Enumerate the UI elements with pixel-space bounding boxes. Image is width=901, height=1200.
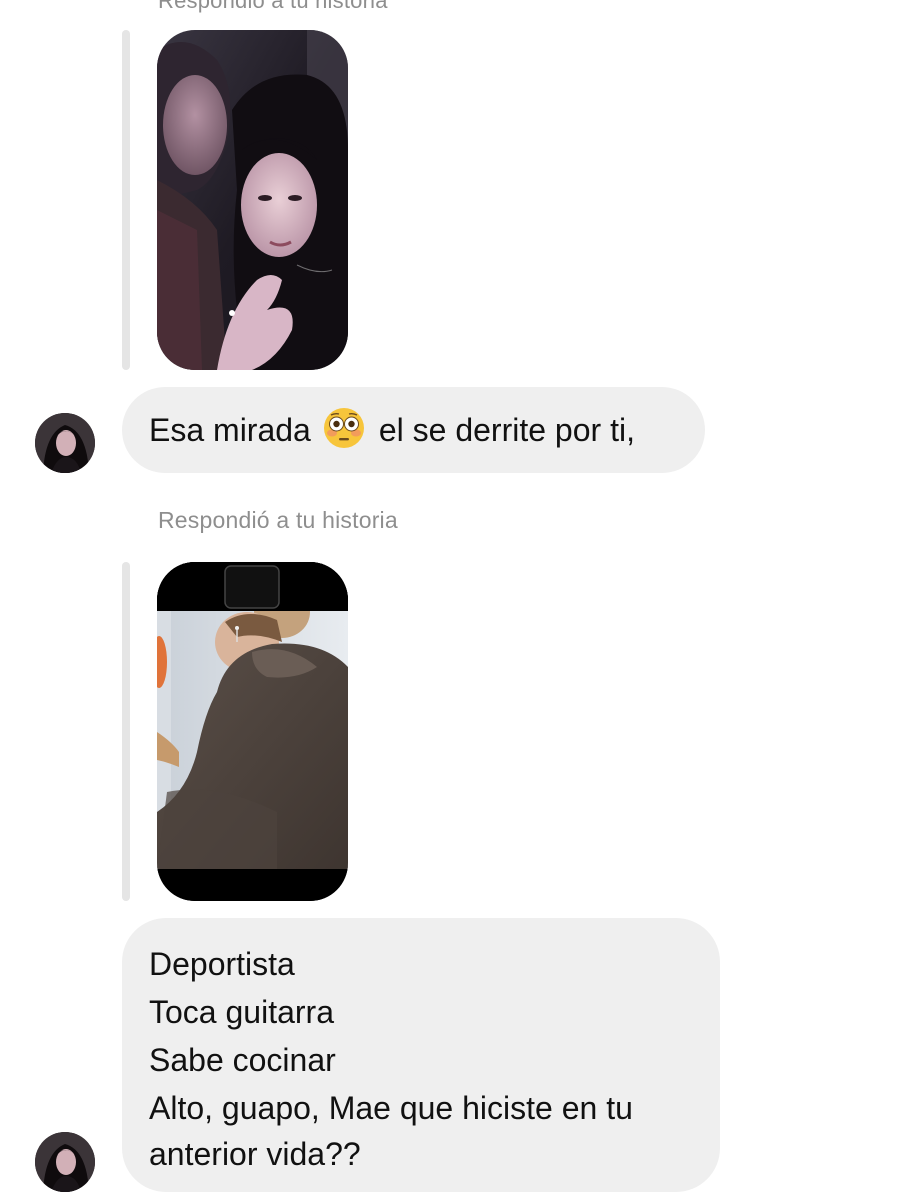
message-bubble-received[interactable]: Deportista Toca guitarra Sabe cocinar Al… xyxy=(122,918,720,1192)
message-text-part: Esa mirada xyxy=(149,412,311,448)
message-line: anterior vida?? xyxy=(149,1136,361,1172)
sender-avatar[interactable] xyxy=(35,1132,95,1192)
message-bubble-received[interactable]: Esa mirada el se derrite por ti, xyxy=(122,387,705,473)
flushed-face-emoji xyxy=(323,408,364,448)
avatar-photo xyxy=(35,413,95,473)
story-photo-couple xyxy=(157,30,348,370)
message-line: Deportista xyxy=(149,946,295,982)
reply-indicator-line xyxy=(122,562,130,901)
message-line: Sabe cocinar xyxy=(149,1042,336,1078)
story-reply-label-top: Respondió a tu historia xyxy=(158,0,388,13)
story-photo-hoodie xyxy=(157,562,348,901)
message-line: Toca guitarra xyxy=(149,994,334,1030)
avatar-photo xyxy=(35,1132,95,1192)
reply-indicator-line xyxy=(122,30,130,370)
message-text-part: el se derrite por ti, xyxy=(378,412,635,448)
sender-avatar[interactable] xyxy=(35,413,95,473)
message-line: Alto, guapo, Mae que hiciste en tu xyxy=(149,1090,633,1126)
story-thumbnail-couple[interactable] xyxy=(157,30,348,370)
story-thumbnail-hoodie[interactable] xyxy=(157,562,348,901)
story-reply-label: Respondió a tu historia xyxy=(158,507,398,533)
